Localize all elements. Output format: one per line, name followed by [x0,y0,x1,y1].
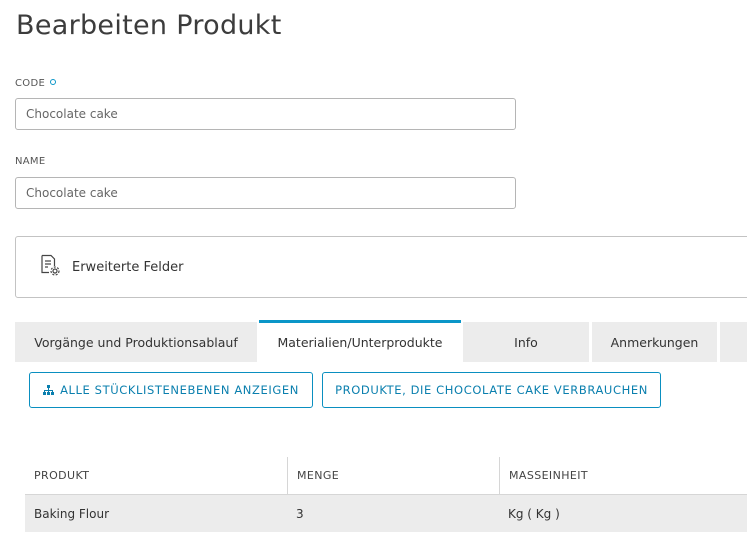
column-header-product[interactable]: PRODUKT [25,457,287,494]
table-row[interactable]: Baking Flour 3 Kg ( Kg ) [25,495,747,532]
name-input[interactable] [15,177,516,209]
table-header-row: PRODUKT MENGE MASSEINHEIT [25,457,747,495]
document-settings-icon [38,253,62,281]
name-label: NAME [15,156,46,167]
cell-product: Baking Flour [34,506,110,521]
tab-materials[interactable]: Materialien/Unterprodukte [259,320,461,362]
consuming-products-button[interactable]: PRODUKTE, DIE CHOCOLATE CAKE VERBRAUCHEN [322,372,661,408]
show-bom-levels-label: ALLE STÜCKLISTENEBENEN ANZEIGEN [60,383,299,397]
advanced-fields-panel[interactable]: Erweiterte Felder [15,236,747,298]
tab-info[interactable]: Info [463,322,589,362]
hierarchy-icon [43,384,55,396]
column-header-quantity[interactable]: MENGE [287,457,499,494]
code-label: CODE [15,78,57,89]
tab-bar: Vorgänge und Produktionsablauf Materiali… [15,320,747,362]
page-title: Bearbeiten Produkt [16,10,282,41]
tab-notes[interactable]: Anmerkungen [592,322,717,362]
show-bom-levels-button[interactable]: ALLE STÜCKLISTENEBENEN ANZEIGEN [29,372,313,408]
required-indicator-icon [50,79,57,85]
advanced-fields-label: Erweiterte Felder [72,259,184,275]
materials-table: PRODUKT MENGE MASSEINHEIT Baking Flour 3… [25,457,747,532]
code-input[interactable] [15,98,516,130]
cell-unit: Kg ( Kg ) [508,506,560,521]
code-label-text: CODE [15,78,46,89]
tab-operations[interactable]: Vorgänge und Produktionsablauf [15,322,257,362]
column-header-unit[interactable]: MASSEINHEIT [499,457,747,494]
tab-more[interactable] [720,322,747,362]
consuming-products-label: PRODUKTE, DIE CHOCOLATE CAKE VERBRAUCHEN [335,383,648,397]
cell-quantity: 3 [296,506,304,521]
